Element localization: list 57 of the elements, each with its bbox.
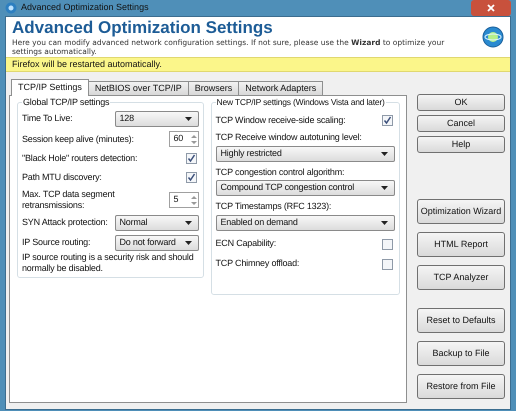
security-note: IP source routing is a security risk and should normally be disabled. — [22, 252, 195, 274]
action-button[interactable]: Restore from File — [417, 374, 505, 399]
action-button[interactable]: Optimization Wizard — [417, 199, 505, 224]
group-title: Global TCP/IP settings — [22, 97, 110, 108]
dropdown[interactable]: Normal — [114, 215, 198, 231]
notice-bar: Firefox will be restarted automatically. — [6, 57, 510, 72]
field-label: TCP Receive window autotuning level: — [216, 131, 363, 144]
field-label: SYN Attack protection: — [22, 216, 108, 230]
spinner-arrows-icon[interactable] — [190, 194, 198, 206]
dropdown[interactable]: Highly restricted — [216, 146, 395, 162]
checkbox[interactable] — [186, 153, 196, 164]
caret-icon — [381, 220, 388, 224]
checkbox[interactable] — [382, 238, 393, 250]
group-title: New TCP/IP settings (Windows Vista and later) — [216, 97, 386, 108]
action-button[interactable]: TCP Analyzer — [417, 265, 505, 290]
checkbox[interactable] — [382, 258, 393, 270]
close-icon — [487, 4, 495, 12]
checkbox[interactable] — [382, 115, 393, 126]
dropdown[interactable]: Do not forward — [114, 235, 198, 251]
field-label: ECN Capability: — [216, 237, 276, 250]
spin-field[interactable]: 5 — [168, 192, 198, 208]
close-button[interactable] — [471, 0, 511, 16]
globe-icon — [482, 26, 504, 48]
tab[interactable]: NetBIOS over TCP/IP — [88, 81, 189, 96]
action-button[interactable]: HTML Report — [417, 232, 505, 257]
checkbox[interactable] — [186, 172, 196, 183]
dropdown[interactable]: Compound TCP congestion control — [216, 180, 395, 196]
field-label: TCP Window receive-side scaling: — [216, 114, 346, 127]
action-button[interactable]: OK — [417, 94, 505, 111]
action-button[interactable]: Reset to Defaults — [417, 308, 505, 333]
caret-icon — [381, 152, 388, 156]
action-button[interactable]: Backup to File — [417, 341, 505, 366]
window-title: Advanced Optimization Settings — [21, 1, 150, 14]
header-title: Advanced Optimization Settings — [12, 18, 274, 38]
tab[interactable]: Browsers — [188, 81, 240, 96]
tab[interactable]: Network Adapters — [238, 81, 324, 96]
field-label: TCP Timestamps (RFC 1323): — [216, 200, 332, 213]
caret-icon — [184, 117, 192, 121]
field-label: TCP congestion control algorithm: — [216, 166, 346, 179]
field-label: Max. TCP data segment retransmissions: — [22, 189, 116, 211]
field-label: "Black Hole" routers detection: — [22, 152, 138, 165]
app-icon — [5, 2, 17, 14]
dropdown[interactable]: Enabled on demand — [216, 214, 395, 230]
field-label: Path MTU discovery: — [22, 170, 102, 184]
spinner-arrows-icon[interactable] — [190, 132, 198, 146]
action-button[interactable]: Help — [417, 136, 505, 153]
field-label: TCP Chimney offload: — [216, 257, 300, 270]
caret-icon — [184, 221, 192, 225]
field-label: IP Source routing: — [22, 236, 90, 250]
spin-field[interactable]: 60 — [168, 131, 198, 147]
caret-icon — [381, 186, 388, 190]
caret-icon — [184, 241, 192, 245]
tab[interactable]: TCP/IP Settings — [11, 79, 89, 96]
dropdown[interactable]: 128 — [114, 111, 198, 127]
field-label: Session keep alive (minutes): — [22, 134, 135, 144]
action-button[interactable]: Cancel — [417, 115, 505, 132]
field-label: Time To Live: — [22, 112, 72, 126]
